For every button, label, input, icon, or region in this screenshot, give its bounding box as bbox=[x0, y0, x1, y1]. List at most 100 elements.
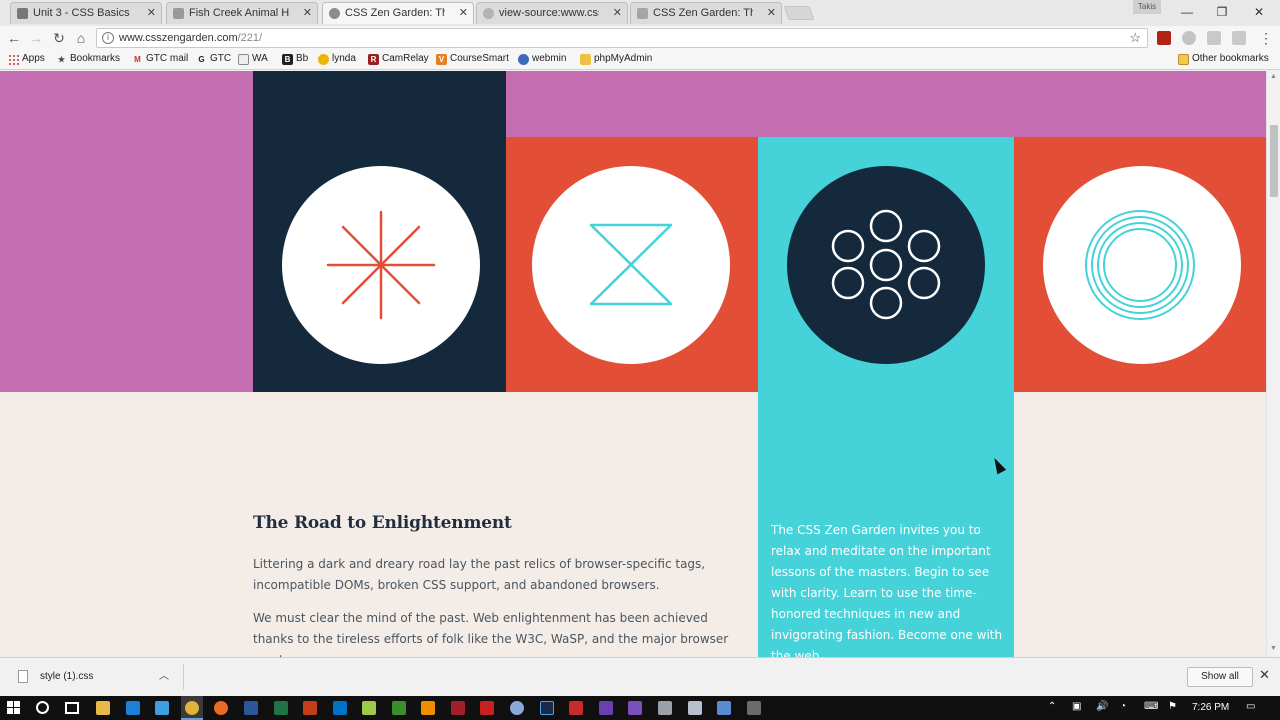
profile-badge[interactable]: Takis bbox=[1133, 0, 1161, 14]
tab-title: Fish Creek Animal Hospi bbox=[189, 7, 289, 19]
browser-toolbar: ← → ↻ ⌂ i www.csszengarden.com/221/ ☆ ⋮ bbox=[0, 26, 1280, 50]
clock[interactable]: 7:26 PM bbox=[1192, 702, 1229, 713]
close-icon[interactable]: ✕ bbox=[303, 6, 312, 19]
word-icon[interactable] bbox=[244, 701, 258, 715]
powerpoint-icon[interactable] bbox=[303, 701, 317, 715]
volume-icon[interactable]: 🔊 bbox=[1096, 701, 1108, 712]
dreamweaver-icon[interactable] bbox=[392, 701, 406, 715]
outlook-icon[interactable] bbox=[333, 701, 347, 715]
excel-icon[interactable] bbox=[274, 701, 288, 715]
app-icon[interactable] bbox=[510, 701, 524, 715]
blackboard-icon: B bbox=[282, 54, 293, 65]
minimize-button[interactable]: — bbox=[1170, 2, 1204, 22]
visual-studio-2-icon[interactable] bbox=[628, 701, 642, 715]
chevron-up-icon[interactable]: ︿ bbox=[159, 664, 169, 690]
bookmark-coursesmart[interactable]: V CourseSmart bbox=[436, 53, 509, 65]
tab-title: view-source:www.csszen bbox=[499, 7, 599, 19]
scrollbar-thumb[interactable] bbox=[1270, 125, 1278, 197]
bookmark-bookmarks[interactable]: ★ Bookmarks bbox=[56, 53, 120, 64]
windows-start-icon[interactable] bbox=[7, 701, 21, 715]
scroll-down-icon[interactable]: ▼ bbox=[1270, 645, 1277, 652]
tab-view-source[interactable]: view-source:www.csszen ✕ bbox=[476, 2, 628, 24]
bookmark-label: CourseSmart bbox=[450, 53, 509, 64]
window-close-button[interactable]: ✕ bbox=[1242, 2, 1276, 22]
tab-title: CSS Zen Garden: The Be bbox=[653, 7, 753, 19]
blackboard-icon bbox=[17, 8, 28, 19]
page-scrollbar[interactable]: ▲ ▼ bbox=[1266, 71, 1280, 657]
acrobat-icon[interactable] bbox=[480, 701, 494, 715]
close-icon[interactable]: ✕ bbox=[147, 6, 156, 19]
tab-unit3[interactable]: Unit 3 - CSS Basics and I ✕ bbox=[10, 2, 162, 24]
close-icon[interactable]: ✕ bbox=[767, 6, 776, 19]
bookmark-bb[interactable]: B Bb bbox=[282, 53, 308, 65]
app-icon[interactable] bbox=[688, 701, 702, 715]
bookmark-label: Bookmarks bbox=[70, 53, 121, 64]
bookmark-label: Apps bbox=[22, 53, 45, 64]
visual-studio-icon[interactable] bbox=[599, 701, 613, 715]
menu-icon[interactable]: ⋮ bbox=[1257, 29, 1275, 47]
photoshop-icon[interactable] bbox=[540, 701, 554, 715]
firefox-icon[interactable] bbox=[214, 701, 228, 715]
forward-button[interactable]: → bbox=[27, 29, 45, 47]
download-item[interactable]: style (1).css ︿ bbox=[8, 664, 184, 690]
bookmark-webmin[interactable]: webmin bbox=[518, 53, 566, 65]
new-tab-button[interactable] bbox=[783, 6, 815, 20]
lynda-icon bbox=[318, 54, 329, 65]
chrome-icon[interactable] bbox=[185, 701, 199, 715]
show-all-button[interactable]: Show all bbox=[1187, 667, 1253, 687]
reload-button[interactable]: ↻ bbox=[50, 29, 68, 47]
back-button[interactable]: ← bbox=[5, 29, 23, 47]
address-bar[interactable]: i www.csszengarden.com/221/ ☆ bbox=[96, 28, 1148, 48]
close-shelf-icon[interactable]: ✕ bbox=[1259, 667, 1270, 683]
notification-flag-icon[interactable]: ⚑ bbox=[1168, 701, 1177, 712]
dropbox-extension-icon[interactable] bbox=[1207, 31, 1221, 45]
tab-fish-creek[interactable]: Fish Creek Animal Hospi ✕ bbox=[166, 2, 318, 24]
task-view-icon[interactable] bbox=[65, 702, 79, 714]
info-icon[interactable]: i bbox=[102, 32, 114, 44]
tab-zen-garden-active[interactable]: CSS Zen Garden: The Be ✕ bbox=[322, 2, 474, 24]
keyboard-icon[interactable]: ⌨ bbox=[1144, 701, 1158, 712]
cortana-search-icon[interactable] bbox=[36, 701, 49, 714]
asterisk-icon bbox=[326, 210, 436, 320]
bookmark-star-icon[interactable]: ☆ bbox=[1129, 29, 1141, 47]
action-center-icon[interactable]: ▭ bbox=[1246, 701, 1255, 712]
bookmark-apps[interactable]: Apps bbox=[8, 53, 45, 65]
folder-icon bbox=[1178, 54, 1189, 65]
tray-app-icon[interactable]: ▣ bbox=[1072, 701, 1081, 712]
home-button[interactable]: ⌂ bbox=[72, 29, 90, 47]
tab-title: CSS Zen Garden: The Be bbox=[345, 7, 445, 19]
camrelay-taskbar-icon[interactable] bbox=[451, 701, 465, 715]
app-icon[interactable] bbox=[747, 701, 761, 715]
close-icon[interactable]: ✕ bbox=[613, 6, 622, 19]
aside-preamble: The CSS Zen Garden invites you to relax … bbox=[771, 523, 1003, 657]
file-explorer-icon[interactable] bbox=[96, 701, 110, 715]
acrobat-extension-icon[interactable] bbox=[1157, 31, 1171, 45]
bookmark-camrelay[interactable]: R CamRelay bbox=[368, 53, 429, 65]
scroll-up-icon[interactable]: ▲ bbox=[1270, 73, 1277, 80]
bookmark-gtc-mail[interactable]: M GTC mail bbox=[132, 53, 188, 64]
bookmark-phpmyadmin[interactable]: phpMyAdmin bbox=[580, 53, 652, 65]
star-icon: ★ bbox=[57, 55, 66, 64]
extension-icon[interactable] bbox=[1182, 31, 1196, 45]
filezilla-icon[interactable] bbox=[569, 701, 583, 715]
internet-explorer-icon[interactable] bbox=[155, 701, 169, 715]
page-icon bbox=[173, 8, 184, 19]
cast-extension-icon[interactable] bbox=[1232, 31, 1246, 45]
restore-button[interactable]: ❐ bbox=[1205, 2, 1239, 22]
close-icon[interactable]: ✕ bbox=[459, 6, 468, 19]
bookmark-other[interactable]: Other bookmarks bbox=[1178, 53, 1269, 65]
bookmark-wa[interactable]: WA bbox=[238, 53, 268, 65]
notepad-icon[interactable] bbox=[362, 701, 376, 715]
app-icon[interactable] bbox=[717, 701, 731, 715]
tab-zen-garden-2[interactable]: CSS Zen Garden: The Be ✕ bbox=[630, 2, 782, 24]
coursesmart-icon: V bbox=[436, 54, 447, 65]
bookmark-lynda[interactable]: lynda bbox=[318, 53, 356, 65]
bookmark-label: WA bbox=[252, 53, 268, 64]
edge-icon[interactable] bbox=[126, 701, 140, 715]
app-icon[interactable] bbox=[658, 701, 672, 715]
wifi-icon[interactable]: ◔ bbox=[1120, 701, 1126, 712]
bookmarks-bar: Apps ★ Bookmarks M GTC mail G GTC WA B Bb ly… bbox=[0, 50, 1280, 70]
tray-overflow-icon[interactable]: ⌃ bbox=[1048, 701, 1056, 712]
bookmark-gtc[interactable]: G GTC bbox=[196, 53, 231, 64]
vlc-icon[interactable] bbox=[421, 701, 435, 715]
